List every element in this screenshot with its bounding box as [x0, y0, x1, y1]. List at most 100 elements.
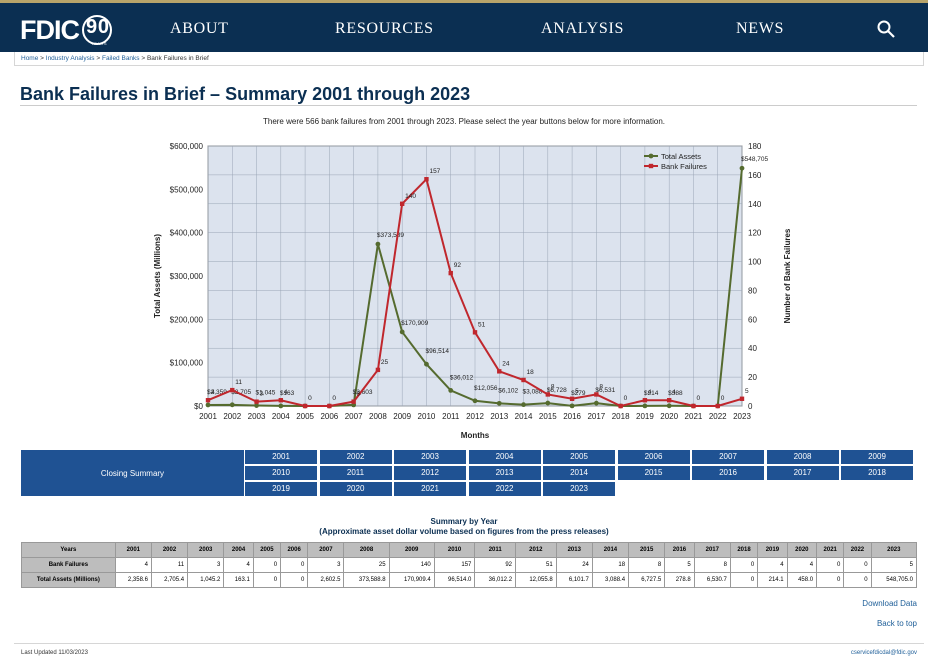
- bank-failures-data-label: 92: [454, 262, 462, 269]
- download-data-link[interactable]: Download Data: [862, 599, 917, 608]
- x-tick-label: 2014: [515, 412, 533, 421]
- year-button-2004[interactable]: 2004: [468, 450, 541, 464]
- table-cell: 51: [515, 557, 557, 573]
- summary-subtitle: (Approximate asset dollar volume based o…: [319, 527, 609, 536]
- year-button-2003[interactable]: 2003: [394, 450, 466, 464]
- summary-table: Years 2001 2002 2003 2004 2005 2006 2007 2008 200…: [21, 542, 918, 588]
- years-header: Years: [21, 542, 116, 558]
- left-tick-label: $200,000: [170, 315, 204, 324]
- intro-text: There were 566 bank failures from 2001 t…: [262, 117, 665, 126]
- table-cell: 8: [693, 557, 731, 573]
- year-button-2009[interactable]: 2009: [841, 450, 913, 464]
- legend-marker-total-assets: [648, 153, 654, 159]
- year-column-header: 2001: [114, 542, 152, 558]
- year-button-2008[interactable]: 2008: [766, 450, 839, 464]
- table-cell: 96,514.0: [433, 572, 476, 588]
- bank-failures-point: [302, 403, 308, 409]
- breadcrumb: Home > Industry Analysis > Failed Banks …: [21, 55, 209, 62]
- year-button-2006[interactable]: 2006: [617, 450, 690, 464]
- year-button-2019[interactable]: 2019: [245, 482, 317, 496]
- bank-failures-point: [569, 396, 575, 401]
- total-assets-point: [642, 403, 648, 409]
- year-button-2007[interactable]: 2007: [692, 450, 764, 464]
- year-button-2022[interactable]: 2022: [468, 482, 541, 496]
- year-button-2015[interactable]: 2015: [617, 466, 690, 480]
- legend-marker-bank-failures: [648, 163, 654, 169]
- year-button-2005[interactable]: 2005: [543, 450, 615, 464]
- right-tick-label: 100: [748, 258, 762, 267]
- table-cell: 6,727.5: [628, 572, 666, 588]
- nav-resources[interactable]: RESOURCES: [335, 20, 434, 38]
- year-column-header: 2009: [388, 542, 435, 558]
- bank-failures-point: [739, 396, 745, 401]
- total-assets-point: [521, 402, 526, 408]
- table-cell: 157: [433, 557, 476, 573]
- legend-label-bank-failures: Bank Failures: [661, 162, 707, 171]
- total-assets-point: [569, 403, 575, 409]
- total-assets-point: [424, 361, 429, 367]
- bank-failures-data-label: 51: [478, 321, 486, 328]
- bank-failures-data-label: 3: [260, 391, 264, 398]
- year-button-2023[interactable]: 2023: [543, 482, 615, 496]
- table-cell: 12,055.8: [515, 572, 557, 588]
- x-tick-label: 2016: [563, 412, 581, 421]
- x-tick-label: 2013: [490, 412, 508, 421]
- year-column-header: 2007: [307, 542, 345, 558]
- title-divider: [20, 105, 917, 106]
- year-button-2002[interactable]: 2002: [319, 450, 392, 464]
- right-tick-label: 60: [748, 315, 757, 324]
- breadcrumb-home[interactable]: Home: [21, 55, 38, 62]
- year-column-header: 2019: [757, 542, 788, 558]
- year-column-header: 2010: [433, 542, 476, 558]
- year-column-header: 2004: [223, 542, 254, 558]
- breadcrumb-industry-analysis[interactable]: Industry Analysis: [46, 55, 95, 62]
- year-button-2017[interactable]: 2017: [766, 466, 839, 480]
- year-column-header: 2002: [150, 542, 189, 558]
- year-button-2001[interactable]: 2001: [245, 450, 317, 464]
- right-tick-label: 0: [748, 402, 753, 411]
- last-updated: Last Updated 11/03/2023: [21, 650, 88, 656]
- year-column-header: 2005: [252, 542, 282, 558]
- x-tick-label: 2003: [248, 412, 266, 421]
- search-icon[interactable]: [876, 19, 896, 39]
- nav-news[interactable]: NEWS: [736, 20, 784, 38]
- year-button-2011[interactable]: 2011: [319, 466, 392, 480]
- bank-failures-point: [666, 398, 672, 403]
- year-button-2014[interactable]: 2014: [543, 466, 615, 480]
- x-tick-label: 2008: [369, 412, 387, 421]
- year-button-2020[interactable]: 2020: [319, 482, 392, 496]
- bank-failures-point: [205, 398, 211, 403]
- year-button-2016[interactable]: 2016: [692, 466, 764, 480]
- table-cell: 8: [628, 557, 666, 573]
- bank-failures-point: [230, 387, 235, 393]
- logo-sub: YEARS: [91, 41, 108, 46]
- nav-about[interactable]: ABOUT: [170, 20, 229, 38]
- breadcrumb-failed-banks[interactable]: Failed Banks: [102, 55, 140, 62]
- table-cell: 214.1: [757, 572, 788, 588]
- bank-failures-data-label: 0: [721, 395, 725, 402]
- year-button-2013[interactable]: 2013: [468, 466, 541, 480]
- total-assets-point: [472, 398, 478, 404]
- year-button-2021[interactable]: 2021: [394, 482, 466, 496]
- year-button-2012[interactable]: 2012: [394, 466, 466, 480]
- bank-failures-data-label: 5: [745, 388, 749, 395]
- year-column-header: 2023: [870, 542, 918, 558]
- table-cell: 0: [816, 557, 845, 573]
- fdic-logo[interactable]: FDIC: [20, 15, 80, 46]
- bank-failures-data-label: 4: [672, 389, 676, 396]
- closing-summary-label: Closing Summary: [21, 450, 244, 496]
- nav-analysis[interactable]: ANALYSIS: [541, 20, 624, 38]
- year-button-2010[interactable]: 2010: [245, 466, 317, 480]
- total-assets-point: [593, 400, 599, 406]
- table-cell: 1,045.2: [187, 572, 225, 588]
- contact-email-link[interactable]: cservicefdicdal@fdic.gov: [851, 650, 917, 656]
- x-tick-label: 2015: [539, 412, 557, 421]
- back-to-top-link[interactable]: Back to top: [877, 619, 917, 628]
- total-assets-data-label: $170,909: [401, 320, 428, 327]
- row-label: Total Assets (Millions): [21, 572, 116, 588]
- total-assets-data-label: $548,705: [741, 156, 768, 163]
- table-cell: 0: [729, 557, 759, 573]
- x-tick-label: 2007: [345, 412, 363, 421]
- year-button-2018[interactable]: 2018: [841, 466, 913, 480]
- year-column-header: 2022: [843, 542, 872, 558]
